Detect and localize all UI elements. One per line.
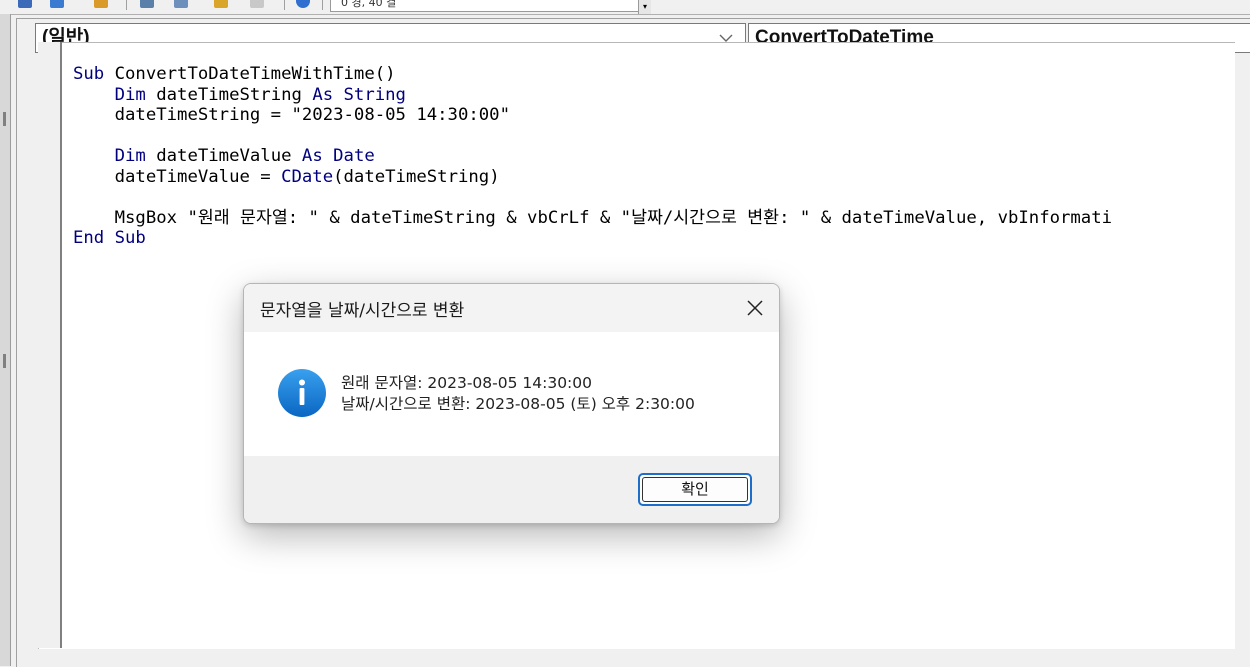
code-line[interactable]: End Sub xyxy=(73,228,1112,249)
dialog-body: 원래 문자열: 2023-08-05 14:30:00 날짜/시간으로 변환: … xyxy=(244,332,779,456)
toolbar-icon[interactable] xyxy=(250,0,264,8)
info-icon xyxy=(278,369,326,417)
code-line[interactable] xyxy=(73,187,1112,208)
toolbar-icon[interactable] xyxy=(18,0,32,8)
code-token: dateTimeString = "2023-08-05 14:30:00" xyxy=(73,105,510,125)
message-box: 문자열을 날짜/시간으로 변환 원래 문자열: 2023-08-05 14:30… xyxy=(243,283,780,524)
toolbar-icon[interactable] xyxy=(214,0,228,8)
code-line[interactable]: dateTimeValue = CDate(dateTimeString) xyxy=(73,167,1112,188)
toolbar-separator xyxy=(284,0,285,10)
status-scroll-button[interactable]: ▾ xyxy=(638,0,651,14)
pane-marker xyxy=(3,354,6,368)
code-token: dateTimeValue = xyxy=(73,166,282,187)
code-keyword: Dim xyxy=(114,146,146,166)
code-line[interactable]: dateTimeString = "2023-08-05 14:30:00" xyxy=(73,105,1112,126)
toolbar-icon[interactable] xyxy=(140,0,154,8)
dialog-footer: 확인 xyxy=(244,456,779,523)
code-keyword: As Date xyxy=(301,146,375,166)
code-keyword: Dim xyxy=(114,84,146,105)
message-line-original: 원래 문자열: 2023-08-05 14:30:00 xyxy=(341,374,592,392)
toolbar-icon[interactable] xyxy=(50,0,64,8)
code-keyword: CDate xyxy=(281,166,334,187)
ok-button[interactable]: 확인 xyxy=(638,473,752,506)
dialog-message: 원래 문자열: 2023-08-05 14:30:00 날짜/시간으로 변환: … xyxy=(341,373,695,415)
dialog-titlebar[interactable]: 문자열을 날짜/시간으로 변환 xyxy=(244,284,779,332)
pane-marker xyxy=(3,112,6,126)
toolbar: 0 경, 40 결 ▾ xyxy=(0,0,1250,15)
message-line-converted: 날짜/시간으로 변환: 2023-08-05 (토) 오후 2:30:00 xyxy=(341,395,695,413)
toolbar-separator xyxy=(126,0,127,10)
code-keyword: Sub xyxy=(73,64,105,84)
margin-indicator-bar[interactable] xyxy=(38,42,62,648)
code-line[interactable]: Dim dateTimeValue As Date xyxy=(73,146,1112,167)
code-line[interactable] xyxy=(73,126,1112,147)
code-line[interactable]: Dim dateTimeString As String xyxy=(73,85,1112,106)
code-token: (dateTimeString) xyxy=(333,166,500,187)
toolbar-icon[interactable] xyxy=(174,0,188,8)
code-text[interactable]: Sub ConvertToDateTimeWithTime() Dim date… xyxy=(73,64,1112,249)
help-icon[interactable] xyxy=(296,0,310,8)
code-token: dateTimeValue xyxy=(145,146,302,166)
code-keyword: End Sub xyxy=(73,228,146,248)
toolbar-icon[interactable] xyxy=(94,0,108,8)
focus-rectangle xyxy=(642,477,748,502)
code-line[interactable]: MsgBox "원래 문자열: " & dateTimeString & vbC… xyxy=(73,208,1112,229)
dialog-title: 문자열을 날짜/시간으로 변환 xyxy=(260,301,465,321)
code-line[interactable]: Sub ConvertToDateTimeWithTime() xyxy=(73,64,1112,85)
code-token: ConvertToDateTimeWithTime() xyxy=(104,64,396,84)
code-keyword: As String xyxy=(312,84,406,105)
close-icon[interactable] xyxy=(737,290,773,326)
project-pane-edge xyxy=(0,14,11,666)
toolbar-separator xyxy=(322,0,323,10)
code-token: dateTimeString xyxy=(145,84,313,105)
code-token: MsgBox "원래 문자열: " & dateTimeString & vbC… xyxy=(73,207,1113,228)
cursor-position-indicator: 0 경, 40 결 xyxy=(330,0,648,12)
